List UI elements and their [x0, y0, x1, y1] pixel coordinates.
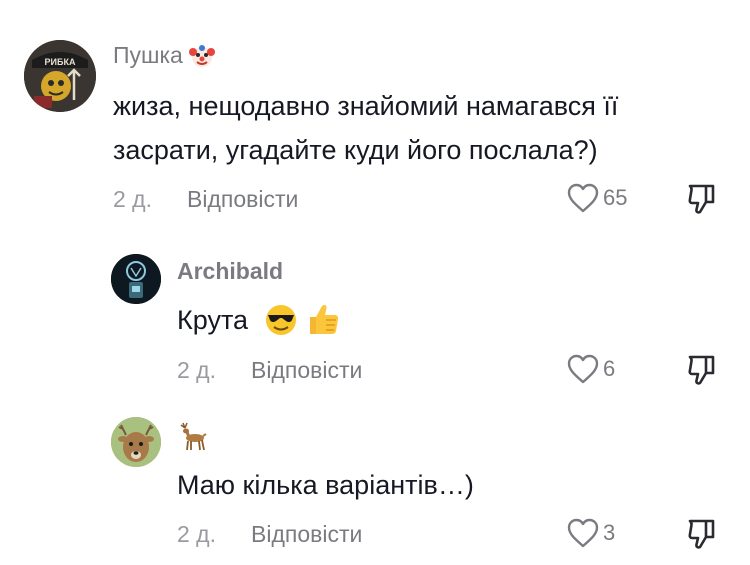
dislike-button[interactable] — [686, 517, 718, 556]
comment-text: Маю кілька варіантів…) — [177, 470, 474, 500]
like-button[interactable]: 3 — [566, 517, 615, 549]
thumbs-down-icon — [688, 519, 715, 549]
thumbs-up-icon — [305, 300, 341, 344]
avatar[interactable] — [111, 254, 161, 304]
deer-icon — [177, 420, 209, 458]
dislike-button[interactable] — [686, 182, 718, 221]
like-count: 3 — [603, 520, 616, 545]
like-count: 6 — [603, 356, 616, 381]
reply-button[interactable]: Відповісти — [251, 357, 362, 384]
comment-text: Крута — [177, 298, 341, 344]
smiling-face-with-sunglasses-icon — [264, 300, 298, 344]
clown-face-icon — [189, 43, 216, 70]
heart-icon — [567, 183, 599, 213]
like-button[interactable]: 6 — [566, 353, 615, 385]
comment-time: 2 д. — [113, 186, 152, 212]
username[interactable]: Archibald — [177, 258, 283, 285]
username[interactable] — [177, 420, 209, 458]
avatar-image — [111, 254, 161, 304]
like-button[interactable]: 65 — [566, 182, 627, 214]
username[interactable]: Пушка — [113, 42, 216, 70]
like-count: 65 — [603, 185, 628, 210]
reply-button[interactable]: Відповісти — [187, 186, 298, 213]
avatar-image: РИБКА — [24, 40, 96, 112]
avatar[interactable]: РИБКА — [24, 40, 96, 112]
thumbs-down-icon — [688, 355, 715, 385]
avatar[interactable] — [111, 417, 161, 467]
avatar-image — [111, 417, 161, 467]
comment-time: 2 д. — [177, 357, 216, 383]
thumbs-down-icon — [688, 184, 715, 214]
dislike-button[interactable] — [686, 353, 718, 392]
heart-icon — [567, 518, 599, 548]
comment-time: 2 д. — [177, 521, 216, 547]
reply-button[interactable]: Відповісти — [251, 521, 362, 548]
heart-icon — [567, 354, 599, 384]
svg-text:РИБКА: РИБКА — [45, 57, 76, 67]
comment-text: жиза, нещодавно знайомий намагався її за… — [113, 91, 619, 165]
